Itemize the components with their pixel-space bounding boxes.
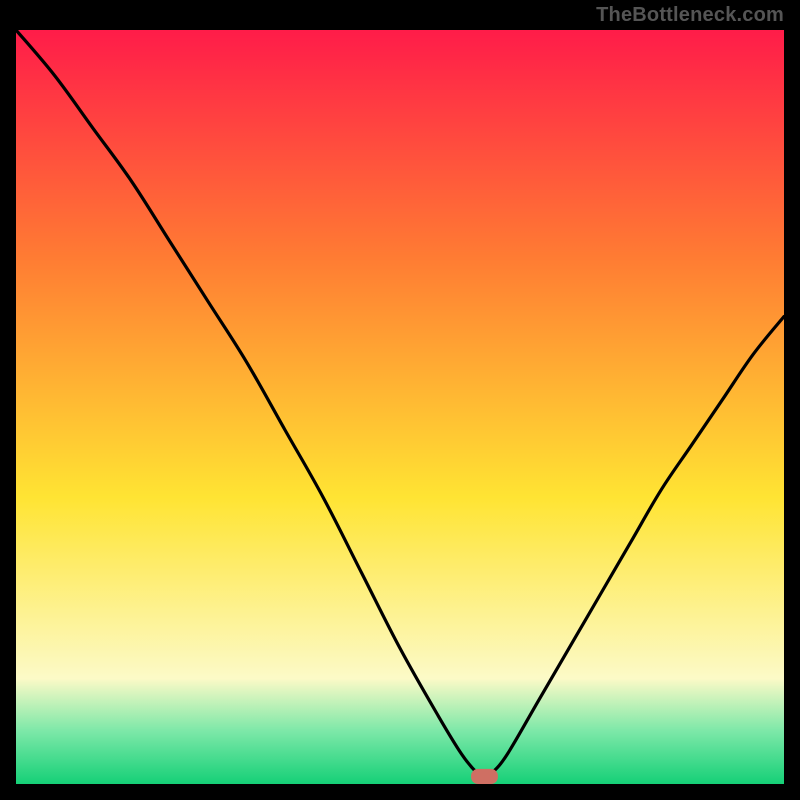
- optimum-marker: [471, 769, 498, 784]
- gradient-rect: [16, 30, 784, 784]
- chart-frame: [16, 30, 784, 784]
- attribution-text: TheBottleneck.com: [596, 4, 784, 27]
- bottleneck-chart: [16, 30, 784, 784]
